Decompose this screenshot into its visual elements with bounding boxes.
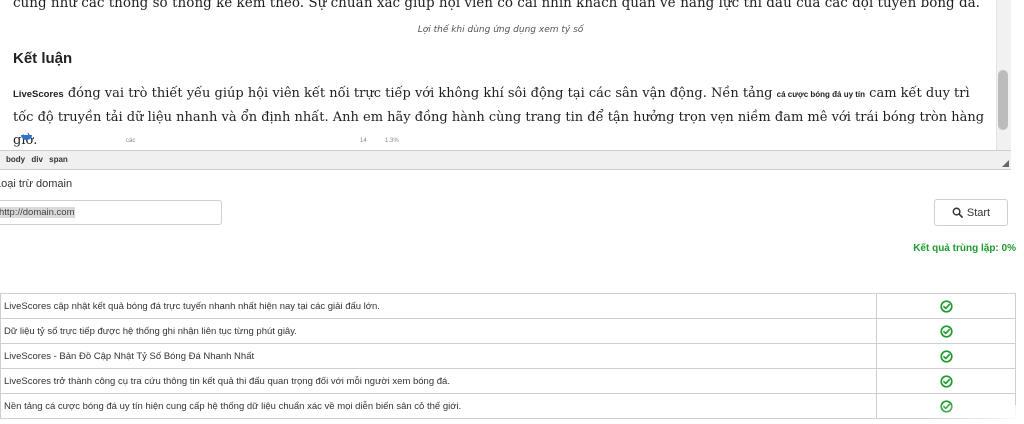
table-row: LiveScores cập nhật kết quả bóng đá trực… — [0, 293, 1016, 319]
table-row: LiveScores - Bản Đồ Cập Nhật Tỷ Số Bóng … — [0, 343, 1016, 369]
row-text: Dữ liệu tỷ số trực tiếp được hệ thống gh… — [0, 318, 878, 344]
element-path[interactable]: body div span — [6, 155, 68, 164]
editor-paragraph-top: cũng như các thông số thống kê kèm theo.… — [13, 0, 980, 11]
duplicate-result: Kết quả trùng lặp: 0% — [913, 243, 1016, 254]
edge-fade — [930, 405, 1024, 424]
start-button-label: Start — [966, 206, 991, 219]
row-text: LiveScores - Bản Đồ Cập Nhật Tỷ Số Bóng … — [0, 343, 878, 369]
editor-statusbar: body div span — [0, 150, 1011, 170]
editor-scrollbar[interactable] — [996, 0, 1011, 150]
start-button[interactable]: Start — [934, 199, 1008, 226]
row-text: LiveScores trở thành công cụ tra cứu thô… — [0, 368, 878, 394]
clipped-cell: 1.3% — [385, 138, 399, 144]
inline-keyword-link[interactable]: cá cược bóng đá uy tín — [777, 90, 865, 99]
section-heading: Kết luận — [13, 50, 73, 67]
brand-word: LiveScores — [13, 89, 64, 100]
clipped-table-row: các 14 1.3% — [13, 134, 993, 150]
check-circle-icon — [939, 324, 953, 338]
clipped-cell: các — [126, 138, 136, 144]
exclude-domain-input[interactable]: http://domain.com — [0, 200, 222, 225]
image-caption: Lợi thế khi dùng ứng dụng xem tỷ số — [417, 25, 584, 35]
table-row: LiveScores trở thành công cụ tra cứu thô… — [0, 368, 1016, 394]
results-table: LiveScores cập nhật kết quả bóng đá trực… — [0, 293, 1016, 419]
resize-grip-icon[interactable] — [1002, 160, 1009, 167]
check-circle-icon — [939, 349, 953, 363]
clipped-cell: 14 — [360, 138, 367, 144]
editor-scrollbar-thumb[interactable] — [998, 70, 1008, 130]
table-row: Nền tảng cá cược bóng đá uy tín hiện cun… — [0, 393, 1016, 419]
row-status — [876, 318, 1016, 344]
exclude-domain-value: http://domain.com — [0, 207, 75, 218]
table-row: Dữ liệu tỷ số trực tiếp được hệ thống gh… — [0, 318, 1016, 344]
row-text: LiveScores cập nhật kết quả bóng đá trực… — [0, 293, 878, 319]
exclude-domain-label: Loại trừ domain — [0, 178, 73, 190]
clipped-marker-icon — [21, 135, 32, 140]
check-circle-icon — [939, 299, 953, 313]
paragraph-text-part1: đóng vai trò thiết yếu giúp hội viên kết… — [63, 86, 777, 101]
row-status — [876, 343, 1016, 369]
editor-area[interactable]: cũng như các thông số thống kê kèm theo.… — [0, 0, 1011, 150]
row-text: Nền tảng cá cược bóng đá uy tín hiện cun… — [0, 393, 878, 419]
check-circle-icon — [939, 374, 953, 388]
search-icon — [952, 207, 963, 218]
row-status — [876, 368, 1016, 394]
row-status — [876, 293, 1016, 319]
